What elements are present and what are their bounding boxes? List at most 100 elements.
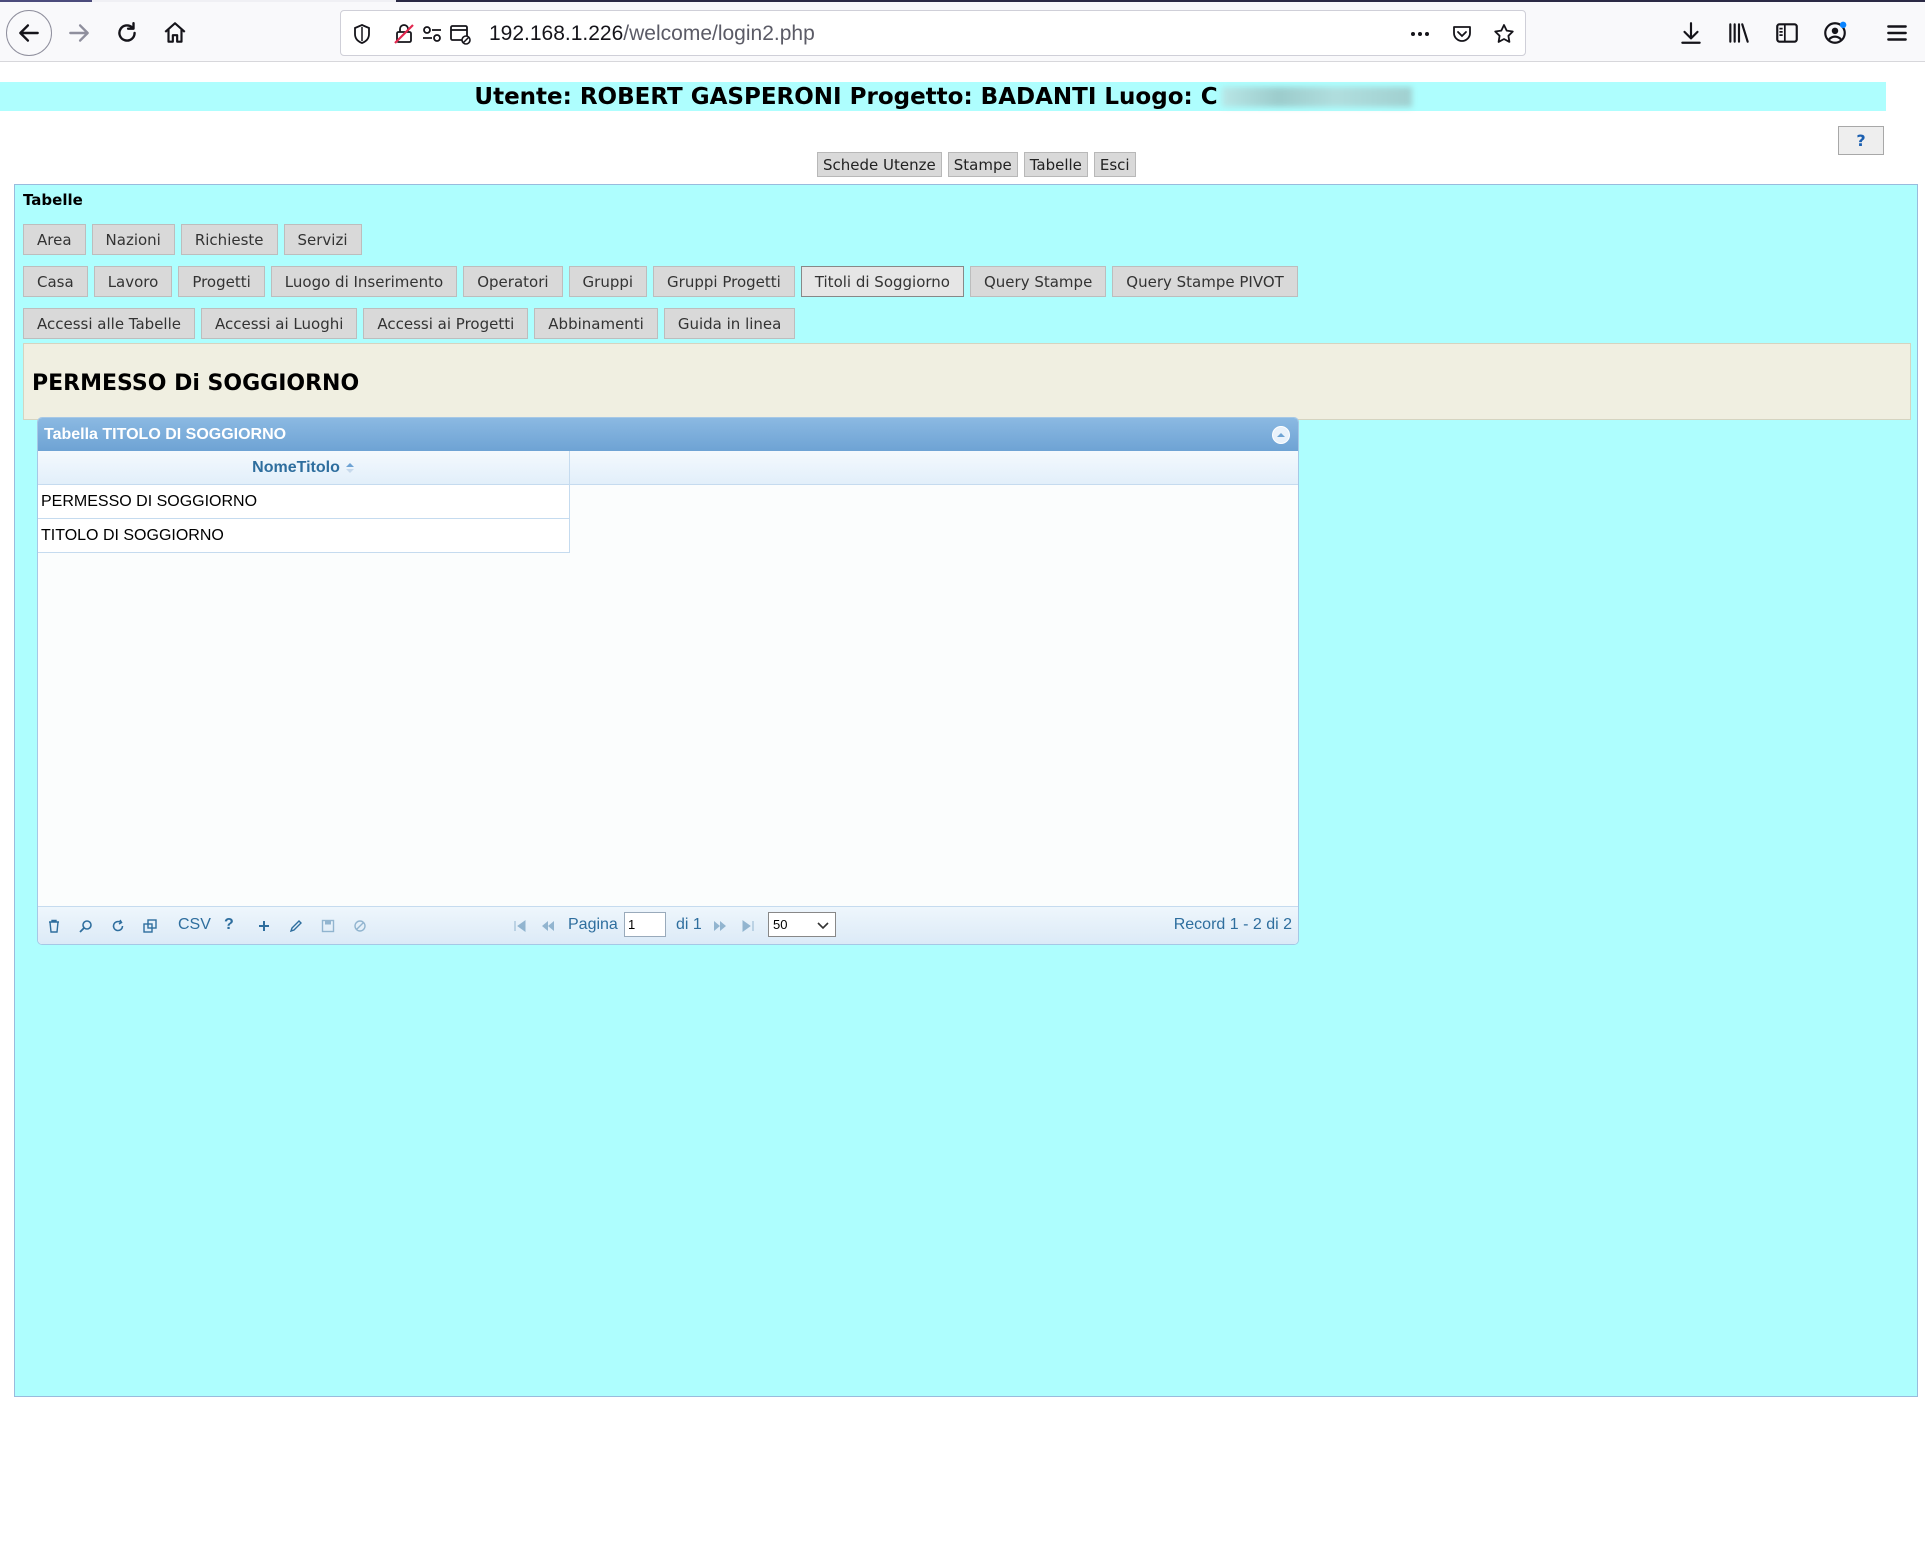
sort-icon[interactable]: [345, 462, 355, 474]
export-button[interactable]: [142, 918, 158, 934]
trash-icon: [49, 919, 59, 933]
column-header-nometitolo[interactable]: NomeTitolo: [38, 451, 570, 485]
record-info: Record 1 - 2 di 2: [1173, 916, 1292, 933]
tab-gruppi-progetti[interactable]: Gruppi Progetti: [653, 266, 795, 297]
prev-page-button[interactable]: [540, 918, 556, 934]
prev-page-icon: [542, 921, 554, 931]
tab-accessi-alle-tabelle[interactable]: Accessi alle Tabelle: [23, 308, 195, 339]
arrow-left-icon: [19, 24, 39, 42]
tabelle-panel: Tabelle Area Nazioni Richieste Servizi C…: [14, 184, 1918, 1397]
edit-row-button[interactable]: [288, 918, 304, 934]
downloads-button[interactable]: [1676, 18, 1706, 48]
tab-titoli-di-soggiorno[interactable]: Titoli di Soggiorno: [800, 266, 964, 297]
reload-button[interactable]: [104, 10, 150, 56]
cancel-edit-button[interactable]: [352, 918, 368, 934]
csv-export-button[interactable]: CSV: [178, 916, 211, 934]
sidebar-icon: [1776, 23, 1798, 43]
tab-gruppi[interactable]: Gruppi: [568, 266, 648, 297]
tab-query-stampe[interactable]: Query Stampe: [969, 266, 1107, 297]
search-icon: [79, 920, 92, 933]
data-grid: Tabella TITOLO DI SOGGIORNO NomeTitolo P…: [37, 417, 1299, 945]
tab-abbinamenti[interactable]: Abbinamenti: [534, 308, 658, 339]
last-page-button[interactable]: [740, 918, 756, 934]
account-icon: [1824, 21, 1847, 44]
next-page-button[interactable]: [712, 918, 728, 934]
grid-header: NomeTitolo: [38, 451, 1298, 485]
menu-button[interactable]: [1882, 18, 1912, 48]
back-button[interactable]: [6, 10, 52, 56]
home-icon: [164, 22, 186, 43]
tab-accessi-ai-luoghi[interactable]: Accessi ai Luoghi: [201, 308, 358, 339]
delete-row-button[interactable]: [46, 918, 62, 934]
first-page-button[interactable]: [512, 918, 528, 934]
refresh-button[interactable]: [110, 918, 126, 934]
grid-pager: CSV ? Pagina di 1: [38, 906, 1298, 944]
url-path: /welcome/login2.php: [623, 22, 815, 45]
menu-tabelle[interactable]: Tabelle: [1023, 152, 1088, 177]
tab-accessi-ai-progetti[interactable]: Accessi ai Progetti: [363, 308, 529, 339]
tab-casa[interactable]: Casa: [23, 266, 88, 297]
library-button[interactable]: [1724, 18, 1754, 48]
collapse-grid-button[interactable]: [1272, 426, 1290, 444]
column-header-label: NomeTitolo: [252, 459, 340, 476]
table-row[interactable]: PERMESSO DI SOGGIORNO: [38, 485, 570, 519]
next-page-icon: [714, 921, 726, 931]
save-icon: [321, 919, 335, 933]
menu-stampe[interactable]: Stampe: [947, 152, 1018, 177]
pocket-icon[interactable]: [1449, 21, 1475, 47]
page-info-icon[interactable]: [447, 21, 473, 47]
section-title: PERMESSO Di SOGGIORNO: [32, 371, 360, 396]
section-header: PERMESSO Di SOGGIORNO: [23, 343, 1911, 420]
sidebar-button[interactable]: [1772, 18, 1802, 48]
user-info-title: Utente: ROBERT GASPERONI Progetto: BADAN…: [474, 83, 1218, 110]
hamburger-icon: [1887, 25, 1907, 41]
cancel-icon: [354, 920, 366, 932]
page-actions-icon[interactable]: [1407, 21, 1433, 47]
home-button[interactable]: [152, 10, 198, 56]
add-row-button[interactable]: [256, 918, 272, 934]
page-number-input[interactable]: [624, 912, 666, 937]
menu-schede-utenze[interactable]: Schede Utenze: [817, 152, 942, 177]
browser-toolbar: 192.168.1.226/welcome/login2.php: [0, 2, 1925, 62]
tab-area[interactable]: Area: [23, 224, 86, 255]
rows-per-page-select[interactable]: 50: [768, 912, 836, 937]
last-page-icon: [742, 920, 754, 932]
tab-row-3: Accessi alle Tabelle Accessi ai Luoghi A…: [23, 308, 796, 339]
search-button[interactable]: [78, 918, 94, 934]
redacted-luogo: [1221, 86, 1412, 107]
url-text[interactable]: 192.168.1.226/welcome/login2.php: [489, 22, 815, 46]
url-bar[interactable]: 192.168.1.226/welcome/login2.php: [340, 10, 1526, 56]
bookmark-star-icon[interactable]: [1491, 21, 1517, 47]
rows-per-page-value: 50: [773, 917, 788, 932]
tab-row-1: Area Nazioni Richieste Servizi: [23, 224, 362, 255]
tab-progetti[interactable]: Progetti: [178, 266, 265, 297]
tab-lavoro[interactable]: Lavoro: [93, 266, 173, 297]
tab-operatori[interactable]: Operatori: [463, 266, 563, 297]
tab-richieste[interactable]: Richieste: [180, 224, 278, 255]
new-window-icon: [143, 919, 157, 933]
page-count: di 1: [676, 916, 702, 933]
account-button[interactable]: [1820, 18, 1850, 48]
tab-query-stampe-pivot[interactable]: Query Stampe PIVOT: [1112, 266, 1298, 297]
refresh-icon: [112, 919, 124, 932]
help-pager-button[interactable]: ?: [224, 916, 234, 934]
tab-luogo-di-inserimento[interactable]: Luogo di Inserimento: [270, 266, 458, 297]
help-button[interactable]: ?: [1838, 126, 1884, 155]
save-row-button[interactable]: [320, 918, 336, 934]
tab-row-2: Casa Lavoro Progetti Luogo di Inseriment…: [23, 266, 1298, 297]
menu-esci[interactable]: Esci: [1093, 152, 1136, 177]
tab-servizi[interactable]: Servizi: [283, 224, 362, 255]
chevron-up-icon: [1277, 433, 1285, 437]
top-menu: Schede Utenze Stampe Tabelle Esci: [817, 152, 1136, 177]
tab-nazioni[interactable]: Nazioni: [91, 224, 175, 255]
forward-button[interactable]: [56, 10, 102, 56]
plus-icon: [259, 921, 269, 931]
tab-guida-in-linea[interactable]: Guida in linea: [663, 308, 796, 339]
table-row[interactable]: TITOLO DI SOGGIORNO: [38, 519, 570, 553]
shield-icon[interactable]: [349, 21, 375, 47]
grid-caption: Tabella TITOLO DI SOGGIORNO: [38, 418, 1298, 451]
user-info-header: Utente: ROBERT GASPERONI Progetto: BADAN…: [0, 82, 1886, 111]
insecure-connection-icon[interactable]: [391, 21, 417, 47]
permissions-icon[interactable]: [419, 21, 445, 47]
chevron-down-icon: [817, 922, 829, 930]
